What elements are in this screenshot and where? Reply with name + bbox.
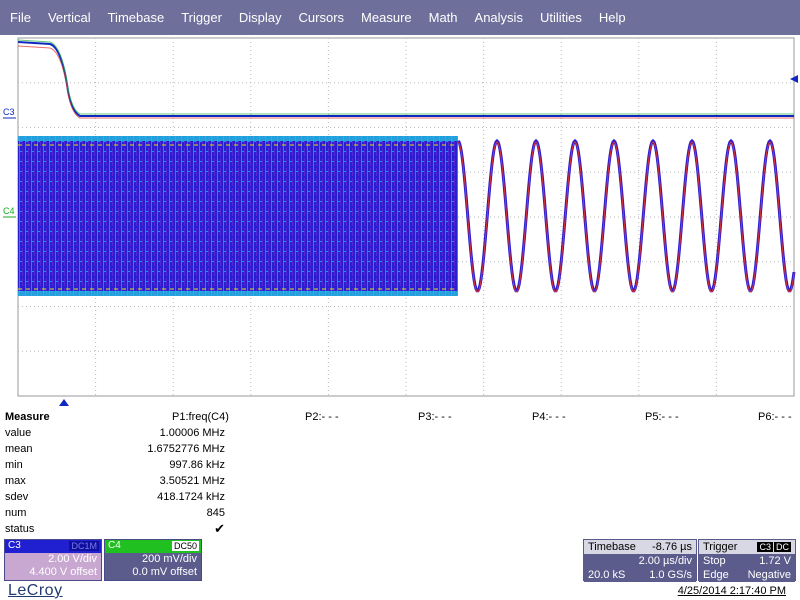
trigger-coupling: DC	[774, 542, 791, 552]
timebase-samples: 20.0 kS	[588, 569, 626, 581]
trigger-slope: Negative	[747, 569, 791, 581]
status-check-icon: ✔	[214, 521, 225, 536]
measure-table: Measure P1:freq(C4) P2:- - - P3:- - - P4…	[0, 408, 800, 538]
c3-descriptor[interactable]: C3 DC1M 2.00 V/div 4.400 V offset	[4, 539, 102, 581]
menu-cursors[interactable]: Cursors	[289, 10, 352, 25]
trigger-mode: Stop	[703, 555, 726, 567]
trigger-type: Edge	[703, 569, 729, 581]
c4-descriptor[interactable]: C4 DC50 200 mV/div 0.0 mV offset	[104, 539, 202, 581]
c4-coupling: DC50	[171, 541, 199, 551]
trigger-source: C3	[757, 542, 773, 552]
c4-offset: 0.0 mV offset	[132, 566, 197, 578]
row-label: num	[5, 507, 27, 519]
menu-vertical[interactable]: Vertical	[38, 10, 98, 25]
param-p5-header[interactable]: P5:- - -	[645, 411, 679, 423]
menu-file[interactable]: File	[0, 10, 38, 25]
param-p2-header[interactable]: P2:- - -	[305, 411, 339, 423]
c4-persistence-region	[18, 136, 458, 296]
p1-value: 1.00006 MHz	[159, 427, 225, 439]
menu-analysis[interactable]: Analysis	[465, 10, 530, 25]
c3-offset: 4.400 V offset	[29, 566, 97, 578]
p1-mean: 1.6752776 MHz	[147, 443, 225, 455]
menu-timebase[interactable]: Timebase	[98, 10, 172, 25]
trigger-descriptor[interactable]: Trigger C3 DC Stop 1.72 V Edge Negative	[698, 539, 796, 582]
menu-utilities[interactable]: Utilities	[530, 10, 589, 25]
waveform-graticule: C3 C4	[3, 37, 798, 397]
trigger-position-marker[interactable]	[58, 397, 70, 407]
row-label: max	[5, 475, 26, 487]
c4-marker[interactable]: C4	[3, 206, 15, 216]
menu-trigger[interactable]: Trigger	[171, 10, 229, 25]
waveform-display[interactable]: C3 C4	[0, 36, 800, 398]
row-label: min	[5, 459, 23, 471]
row-label: mean	[5, 443, 33, 455]
row-label: status	[5, 523, 35, 535]
param-p4-header[interactable]: P4:- - -	[532, 411, 566, 423]
menu-measure[interactable]: Measure	[351, 10, 419, 25]
row-label: sdev	[5, 491, 29, 503]
menu-math[interactable]: Math	[419, 10, 465, 25]
timebase-descriptor[interactable]: Timebase -8.76 µs 2.00 µs/div 20.0 kS 1.0 …	[583, 539, 697, 582]
p1-num: 845	[206, 507, 225, 519]
measure-title: Measure	[5, 411, 50, 423]
param-p6-header[interactable]: P6:- - -	[758, 411, 792, 423]
c3-marker[interactable]: C3	[3, 107, 15, 117]
p1-max: 3.50521 MHz	[159, 475, 225, 487]
menu-bar: File Vertical Timebase Trigger Display C…	[0, 0, 800, 35]
c4-scale: 200 mV/div	[141, 553, 197, 565]
menu-help[interactable]: Help	[589, 10, 633, 25]
row-label: value	[5, 427, 32, 439]
p1-min: 997.86 kHz	[169, 459, 225, 471]
trigger-label: Trigger	[703, 541, 738, 553]
c3-scale: 2.00 V/div	[48, 553, 97, 565]
trigger-level: 1.72 V	[759, 555, 791, 567]
timebase-delay: -8.76 µs	[652, 541, 692, 553]
param-p1-header[interactable]: P1:freq(C4)	[172, 411, 229, 423]
timebase-label: Timebase	[588, 541, 636, 553]
datetime-display: 4/25/2014 2:17:40 PM	[677, 585, 786, 597]
c3-label: C3	[8, 540, 21, 551]
timebase-rate: 1.0 GS/s	[649, 569, 692, 581]
p1-sdev: 418.1724 kHz	[157, 491, 225, 503]
timebase-per-div: 2.00 µs/div	[638, 555, 692, 567]
menu-display[interactable]: Display	[229, 10, 289, 25]
c4-label: C4	[108, 540, 121, 551]
lecroy-logo: LeCroy	[8, 582, 63, 599]
param-p3-header[interactable]: P3:- - -	[418, 411, 452, 423]
c3-coupling: DC1M	[69, 541, 99, 551]
